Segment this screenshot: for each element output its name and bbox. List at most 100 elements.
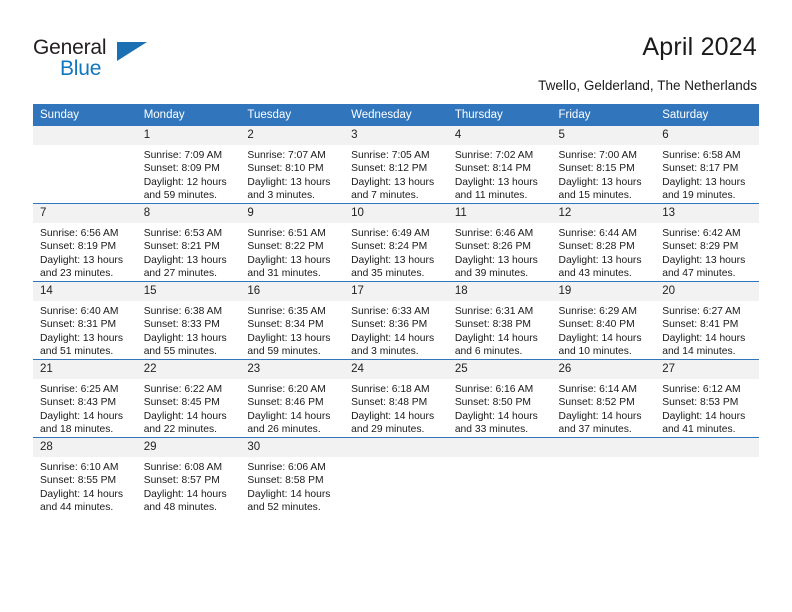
day-details: Sunrise: 6:14 AM Sunset: 8:52 PM Daylight:… <box>552 379 656 437</box>
day-number: 4 <box>447 126 552 145</box>
daylight-text: Daylight: 13 hours <box>143 254 227 266</box>
logo-text-blue: Blue <box>60 57 102 80</box>
daylight-text-cont: and 19 minutes. <box>662 190 736 202</box>
calendar-day-cell[interactable]: 27 Sunrise: 6:12 AM Sunset: 8:53 PM Dayligh… <box>655 359 759 438</box>
daylight-text: Daylight: 13 hours <box>662 254 746 266</box>
day-number: 19 <box>551 282 656 301</box>
sunrise-text: Sunrise: 6:58 AM <box>662 150 741 161</box>
daylight-text: Daylight: 13 hours <box>40 254 123 266</box>
day-details: Sunrise: 6:06 AM Sunset: 8:58 PM Daylight:… <box>240 457 344 515</box>
calendar-day-cell-empty <box>344 437 448 515</box>
calendar-page: General Blue April 2024 Twello, Gelderla… <box>0 0 792 612</box>
calendar-day-cell[interactable]: 6 Sunrise: 6:58 AM Sunset: 8:17 PM Daylight… <box>655 126 759 204</box>
daylight-text-cont: and 51 minutes. <box>40 346 114 358</box>
calendar-day-cell[interactable]: 26 Sunrise: 6:14 AM Sunset: 8:52 PM Dayligh… <box>551 359 656 438</box>
weekday-header-tuesday: Tuesday <box>240 104 345 126</box>
calendar-day-cell[interactable]: 16 Sunrise: 6:35 AM Sunset: 8:34 PM Dayligh… <box>240 281 345 360</box>
calendar-day-cell[interactable]: 19 Sunrise: 6:29 AM Sunset: 8:40 PM Dayligh… <box>551 281 656 360</box>
sunset-text: Sunset: 8:10 PM <box>247 163 324 175</box>
sunset-text: Sunset: 8:50 PM <box>454 397 531 409</box>
calendar-day-cell[interactable]: 23 Sunrise: 6:20 AM Sunset: 8:46 PM Dayligh… <box>240 359 345 438</box>
day-details: Sunrise: 6:33 AM Sunset: 8:36 PM Daylight:… <box>344 301 448 359</box>
sunrise-text: Sunrise: 6:18 AM <box>351 384 430 395</box>
daylight-text: Daylight: 14 hours <box>454 332 538 344</box>
calendar-day-cell[interactable]: 8 Sunrise: 6:53 AM Sunset: 8:21 PM Daylight… <box>136 203 241 282</box>
calendar-day-cell[interactable]: 13 Sunrise: 6:42 AM Sunset: 8:29 PM Dayligh… <box>655 203 759 282</box>
daylight-text-cont: and 6 minutes. <box>454 346 523 358</box>
daylight-text: Daylight: 14 hours <box>662 332 746 344</box>
calendar-day-cell[interactable]: 15 Sunrise: 6:38 AM Sunset: 8:33 PM Dayligh… <box>136 281 241 360</box>
sunset-text: Sunset: 8:41 PM <box>662 319 739 331</box>
day-details: Sunrise: 6:10 AM Sunset: 8:55 PM Daylight:… <box>33 457 137 515</box>
calendar-body: 1 Sunrise: 7:09 AM Sunset: 8:09 PM Daylight… <box>33 126 759 515</box>
day-number: 21 <box>33 360 137 379</box>
calendar-day-cell[interactable]: 25 Sunrise: 6:16 AM Sunset: 8:50 PM Dayligh… <box>447 359 552 438</box>
calendar-day-cell[interactable]: 10 Sunrise: 6:49 AM Sunset: 8:24 PM Dayligh… <box>344 203 448 282</box>
daylight-text-cont: and 48 minutes. <box>143 502 217 514</box>
daylight-text-cont: and 26 minutes. <box>247 424 321 436</box>
day-details: Sunrise: 7:07 AM Sunset: 8:10 PM Daylight:… <box>240 145 344 203</box>
calendar-week-row: 7 Sunrise: 6:56 AM Sunset: 8:19 PM Daylight… <box>33 203 759 282</box>
calendar-day-cell[interactable]: 11 Sunrise: 6:46 AM Sunset: 8:26 PM Dayligh… <box>447 203 552 282</box>
calendar-day-cell[interactable]: 20 Sunrise: 6:27 AM Sunset: 8:41 PM Dayligh… <box>655 281 759 360</box>
daylight-text-cont: and 18 minutes. <box>40 424 114 436</box>
sunset-text: Sunset: 8:21 PM <box>143 241 220 253</box>
sunset-text: Sunset: 8:53 PM <box>662 397 739 409</box>
daylight-text: Daylight: 14 hours <box>558 332 642 344</box>
daylight-text: Daylight: 12 hours <box>143 176 227 188</box>
daylight-text-cont: and 11 minutes. <box>454 190 528 202</box>
sunset-text: Sunset: 8:09 PM <box>143 163 220 175</box>
daylight-text: Daylight: 13 hours <box>351 176 435 188</box>
calendar-day-cell[interactable]: 1 Sunrise: 7:09 AM Sunset: 8:09 PM Daylight… <box>136 126 241 204</box>
daylight-text: Daylight: 14 hours <box>143 410 227 422</box>
sunset-text: Sunset: 8:55 PM <box>40 475 117 487</box>
calendar-day-cell[interactable]: 3 Sunrise: 7:05 AM Sunset: 8:12 PM Daylight… <box>344 126 448 204</box>
daylight-text: Daylight: 13 hours <box>351 254 435 266</box>
page-subtitle-location: Twello, Gelderland, The Netherlands <box>538 78 757 93</box>
day-number: 20 <box>655 282 759 301</box>
calendar-day-cell[interactable]: 2 Sunrise: 7:07 AM Sunset: 8:10 PM Daylight… <box>240 126 345 204</box>
daylight-text-cont: and 31 minutes. <box>247 268 321 280</box>
calendar-day-cell[interactable]: 22 Sunrise: 6:22 AM Sunset: 8:45 PM Dayligh… <box>136 359 241 438</box>
day-number: 2 <box>240 126 345 145</box>
daylight-text-cont: and 59 minutes. <box>247 346 321 358</box>
sunrise-text: Sunrise: 6:42 AM <box>662 228 741 239</box>
sunrise-text: Sunrise: 6:27 AM <box>662 306 741 317</box>
day-details: Sunrise: 6:22 AM Sunset: 8:45 PM Daylight:… <box>137 379 241 437</box>
day-details: Sunrise: 7:09 AM Sunset: 8:09 PM Daylight:… <box>137 145 241 203</box>
calendar-day-cell[interactable]: 17 Sunrise: 6:33 AM Sunset: 8:36 PM Dayligh… <box>344 281 448 360</box>
calendar-day-cell[interactable]: 4 Sunrise: 7:02 AM Sunset: 8:14 PM Daylight… <box>447 126 552 204</box>
daylight-text-cont: and 3 minutes. <box>247 190 315 202</box>
sunset-text: Sunset: 8:43 PM <box>40 397 117 409</box>
daylight-text: Daylight: 14 hours <box>351 410 435 422</box>
weekday-header-monday: Monday <box>136 104 241 126</box>
sunset-text: Sunset: 8:52 PM <box>558 397 635 409</box>
calendar-day-cell[interactable]: 9 Sunrise: 6:51 AM Sunset: 8:22 PM Daylight… <box>240 203 345 282</box>
day-number: 15 <box>136 282 241 301</box>
sunset-text: Sunset: 8:36 PM <box>351 319 428 331</box>
calendar-day-cell-empty <box>655 437 759 515</box>
calendar-day-cell[interactable]: 12 Sunrise: 6:44 AM Sunset: 8:28 PM Dayligh… <box>551 203 656 282</box>
day-number <box>655 438 759 457</box>
daylight-text-cont: and 15 minutes. <box>558 190 632 202</box>
sunset-text: Sunset: 8:40 PM <box>558 319 635 331</box>
general-blue-logo[interactable]: General Blue <box>33 36 153 82</box>
day-number: 10 <box>344 204 448 223</box>
calendar-day-cell[interactable]: 5 Sunrise: 7:00 AM Sunset: 8:15 PM Daylight… <box>551 126 656 204</box>
calendar-day-cell[interactable]: 18 Sunrise: 6:31 AM Sunset: 8:38 PM Dayligh… <box>447 281 552 360</box>
calendar-day-cell[interactable]: 28 Sunrise: 6:10 AM Sunset: 8:55 PM Dayligh… <box>33 437 137 515</box>
sunset-text: Sunset: 8:29 PM <box>662 241 739 253</box>
calendar-day-cell[interactable]: 24 Sunrise: 6:18 AM Sunset: 8:48 PM Dayligh… <box>344 359 448 438</box>
sunrise-text: Sunrise: 6:40 AM <box>40 306 119 317</box>
calendar-day-cell[interactable]: 30 Sunrise: 6:06 AM Sunset: 8:58 PM Dayligh… <box>240 437 345 515</box>
daylight-text-cont: and 3 minutes. <box>351 346 419 358</box>
sunset-text: Sunset: 8:19 PM <box>40 241 117 253</box>
calendar-day-cell[interactable]: 7 Sunrise: 6:56 AM Sunset: 8:19 PM Daylight… <box>33 203 137 282</box>
calendar-day-cell[interactable]: 21 Sunrise: 6:25 AM Sunset: 8:43 PM Dayligh… <box>33 359 137 438</box>
calendar-day-cell[interactable]: 29 Sunrise: 6:08 AM Sunset: 8:57 PM Dayligh… <box>136 437 241 515</box>
sunrise-text: Sunrise: 6:29 AM <box>558 306 637 317</box>
day-number: 26 <box>551 360 656 379</box>
calendar-day-cell[interactable]: 14 Sunrise: 6:40 AM Sunset: 8:31 PM Dayligh… <box>33 281 137 360</box>
sunset-text: Sunset: 8:38 PM <box>454 319 531 331</box>
sunset-text: Sunset: 8:15 PM <box>558 163 635 175</box>
